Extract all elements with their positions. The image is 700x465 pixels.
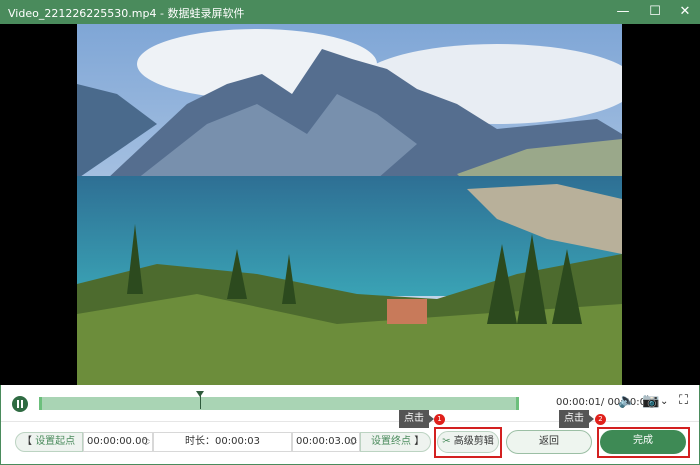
title-bar: Video_221226225530.mp4 - 数据蛙录屏软件 — ☐ ✕: [0, 0, 700, 24]
scissors-icon: ✂: [442, 436, 451, 447]
advanced-edit-label: 高级剪辑: [453, 436, 494, 447]
maximize-button[interactable]: ☐: [644, 3, 666, 21]
player-controls: 00:00:01/ 00:00:03 🔈 📷 ⌄ ⛶ 点击 1 点击 2 【 设…: [0, 385, 700, 465]
close-button[interactable]: ✕: [674, 3, 696, 21]
set-end-label: 设置终点: [371, 436, 411, 447]
playhead-handle[interactable]: [195, 391, 204, 409]
window-title: Video_221226225530.mp4 - 数据蛙录屏软件: [8, 7, 245, 20]
video-viewport[interactable]: [0, 24, 700, 385]
set-start-button[interactable]: 【 设置起点: [15, 432, 83, 452]
video-frame-landscape: [77, 24, 622, 385]
spinner-icon[interactable]: ︿ ﹀: [349, 433, 357, 451]
set-start-label: 设置起点: [35, 436, 76, 447]
tooltip-click-2: 点击: [559, 410, 594, 428]
duration-display: 时长：00:00:03: [153, 432, 292, 452]
end-time-value: 00:00:03.00: [296, 436, 357, 447]
time-readout: 00:00:01/ 00:00:03: [556, 397, 653, 408]
tooltip-label: 点击: [404, 413, 424, 424]
step-badge-1: 1: [434, 414, 445, 425]
tooltip-label: 点击: [564, 413, 584, 424]
timeline-track[interactable]: [39, 391, 519, 410]
minimize-button[interactable]: —: [612, 3, 634, 21]
volume-icon[interactable]: 🔈: [618, 393, 635, 409]
tooltip-click-1: 点击: [399, 410, 434, 428]
done-button[interactable]: 完成: [600, 430, 686, 454]
pause-icon[interactable]: [12, 396, 28, 412]
step-badge-2: 2: [595, 414, 606, 425]
end-time-input[interactable]: 00:00:03.00 ︿ ﹀: [292, 432, 360, 452]
back-button[interactable]: 返回: [506, 430, 592, 454]
bracket-left-icon: 【: [22, 436, 32, 447]
spinner-icon[interactable]: ︿ ﹀: [142, 433, 150, 451]
fullscreen-icon[interactable]: ⛶: [679, 393, 688, 408]
start-time-input[interactable]: 00:00:00.00 ︿ ﹀: [83, 432, 153, 452]
bracket-right-icon: 】: [414, 436, 425, 447]
advanced-edit-button[interactable]: ✂ 高级剪辑: [437, 431, 499, 453]
chevron-down-icon[interactable]: ⌄: [660, 396, 668, 407]
set-end-button[interactable]: 设置终点 】: [360, 432, 431, 452]
start-time-value: 00:00:00.00: [87, 436, 148, 447]
camera-icon[interactable]: 📷: [642, 393, 659, 409]
